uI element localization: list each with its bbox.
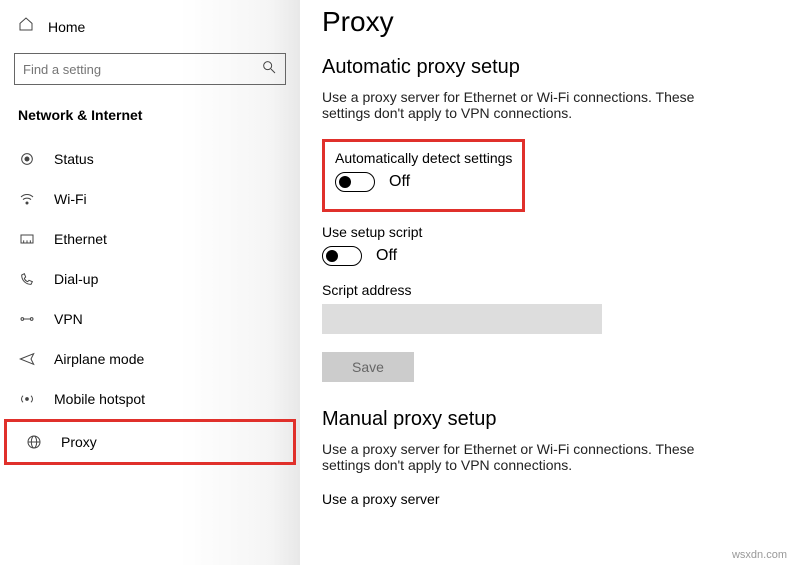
sidebar-item-label: Mobile hotspot <box>54 391 145 407</box>
setup-script-toggle[interactable] <box>322 246 362 266</box>
manual-section-desc: Use a proxy server for Ethernet or Wi-Fi… <box>322 441 742 473</box>
dialup-icon <box>18 271 36 287</box>
auto-detect-highlight: Automatically detect settings Off <box>322 139 525 212</box>
auto-section-desc: Use a proxy server for Ethernet or Wi-Fi… <box>322 89 742 121</box>
home-button[interactable]: Home <box>0 10 300 43</box>
sidebar-item-label: Wi-Fi <box>54 191 87 207</box>
auto-detect-label: Automatically detect settings <box>335 150 512 166</box>
sidebar-item-proxy[interactable]: Proxy <box>4 419 296 465</box>
sidebar: Home Network & Internet Status Wi-Fi Eth… <box>0 0 300 565</box>
vpn-icon <box>18 311 36 327</box>
sidebar-item-label: Dial-up <box>54 271 98 287</box>
setup-script-state: Off <box>376 247 397 265</box>
section-header: Network & Internet <box>0 103 300 139</box>
auto-section-heading: Automatic proxy setup <box>322 56 771 79</box>
script-address-label: Script address <box>322 282 771 298</box>
sidebar-item-vpn[interactable]: VPN <box>0 299 300 339</box>
search-input[interactable] <box>23 62 261 77</box>
hotspot-icon <box>18 391 36 407</box>
sidebar-item-airplane[interactable]: Airplane mode <box>0 339 300 379</box>
airplane-icon <box>18 351 36 367</box>
manual-section-heading: Manual proxy setup <box>322 408 771 431</box>
save-button[interactable]: Save <box>322 352 414 382</box>
sidebar-item-dialup[interactable]: Dial-up <box>0 259 300 299</box>
home-label: Home <box>48 19 85 35</box>
setup-script-label: Use setup script <box>322 224 771 240</box>
use-proxy-label: Use a proxy server <box>322 491 771 507</box>
search-icon <box>261 59 277 80</box>
sidebar-item-label: Ethernet <box>54 231 107 247</box>
sidebar-item-label: Status <box>54 151 94 167</box>
watermark: wsxdn.com <box>732 549 787 561</box>
auto-detect-state: Off <box>389 173 410 191</box>
sidebar-item-label: VPN <box>54 311 83 327</box>
sidebar-item-hotspot[interactable]: Mobile hotspot <box>0 379 300 419</box>
status-icon <box>18 151 36 167</box>
script-address-input[interactable] <box>322 304 602 334</box>
sidebar-item-status[interactable]: Status <box>0 139 300 179</box>
sidebar-item-label: Airplane mode <box>54 351 144 367</box>
sidebar-item-label: Proxy <box>61 434 97 450</box>
home-icon <box>18 16 34 37</box>
search-input-container[interactable] <box>14 53 286 85</box>
auto-detect-toggle[interactable] <box>335 172 375 192</box>
wifi-icon <box>18 191 36 207</box>
main-content: Proxy Automatic proxy setup Use a proxy … <box>300 0 793 565</box>
page-title: Proxy <box>322 6 771 38</box>
sidebar-item-ethernet[interactable]: Ethernet <box>0 219 300 259</box>
sidebar-item-wifi[interactable]: Wi-Fi <box>0 179 300 219</box>
ethernet-icon <box>18 231 36 247</box>
proxy-icon <box>25 434 43 450</box>
